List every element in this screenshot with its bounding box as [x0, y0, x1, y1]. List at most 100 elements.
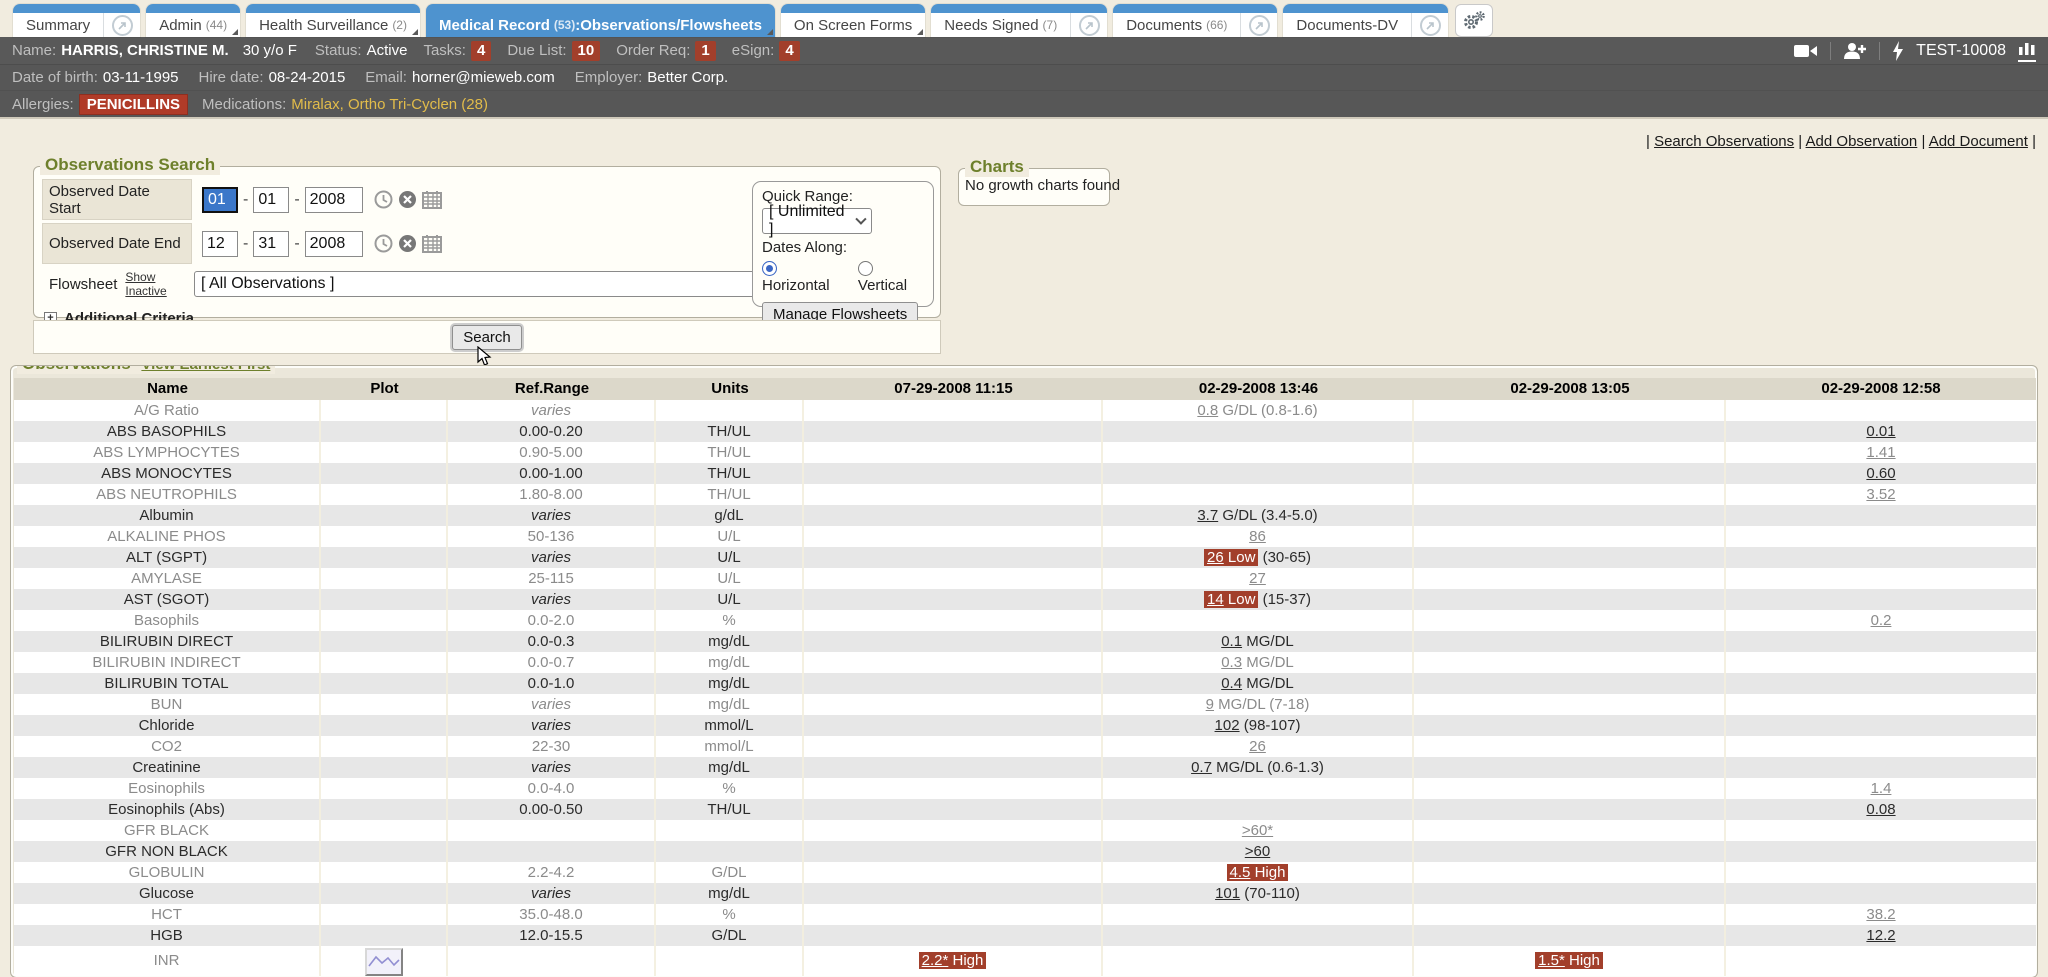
table-row-glucose: Glucosevariesmg/dL101 (70-110): [14, 883, 2034, 904]
counter-label: Due List:: [507, 42, 566, 59]
obs-name-cell: BUN: [14, 694, 321, 715]
start-day-input[interactable]: [253, 187, 289, 213]
obs-value-cell: [804, 820, 1103, 841]
tab-summary[interactable]: Summary: [13, 4, 140, 37]
observation-value-link[interactable]: 12.2: [1866, 927, 1895, 944]
start-year-input[interactable]: [305, 187, 363, 213]
table-row-ast-sgot: AST (SGOT)variesU/L14 Low (15-37): [14, 589, 2034, 610]
observation-value-link[interactable]: 2.2*: [922, 952, 949, 969]
end-year-input[interactable]: [305, 231, 363, 257]
observation-value-link[interactable]: 0.08: [1866, 801, 1895, 818]
obs-refrange-cell: 2.2-4.2: [448, 862, 656, 883]
abnormal-flag-chip: 1.5* High: [1535, 952, 1603, 969]
tab-health-surveillance[interactable]: Health Surveillance(2): [246, 4, 420, 37]
obs-plot-cell: [321, 484, 448, 505]
obs-value-cell: [1726, 694, 2036, 715]
observation-value-link[interactable]: 0.1: [1221, 633, 1242, 650]
allergy-badge[interactable]: PENICILLINS: [79, 94, 188, 115]
observation-value-link[interactable]: 27: [1249, 570, 1266, 587]
open-in-new-icon[interactable]: [1412, 4, 1448, 37]
calendar-icon[interactable]: [422, 234, 442, 253]
obs-plot-cell: [321, 547, 448, 568]
lightning-icon[interactable]: [1892, 41, 1904, 61]
end-day-input[interactable]: [253, 231, 289, 257]
observation-value-link[interactable]: 3.7: [1197, 507, 1218, 524]
flowsheet-select[interactable]: [ All Observations ]: [194, 271, 772, 297]
observation-value-link[interactable]: 0.3: [1221, 654, 1242, 671]
medication-link[interactable]: Miralax: [291, 96, 339, 113]
obs-value-cell: [1726, 505, 2036, 526]
table-row-abs-neutrophils: ABS NEUTROPHILS1.80-8.00TH/UL3.52: [14, 484, 2034, 505]
observation-value-link[interactable]: 0.60: [1866, 465, 1895, 482]
observation-value-link[interactable]: 1.41: [1866, 444, 1895, 461]
add-person-icon[interactable]: [1843, 42, 1867, 60]
obs-refrange-cell: 1.80-8.00: [448, 484, 656, 505]
observation-value-link[interactable]: >60*: [1242, 822, 1273, 839]
end-month-input[interactable]: [202, 231, 238, 257]
observation-value-link[interactable]: 4.5: [1230, 864, 1251, 881]
observation-value-link[interactable]: 26: [1249, 738, 1266, 755]
patient-header-actions: TEST-10008: [1794, 40, 2036, 62]
tab-admin[interactable]: Admin(44): [146, 4, 240, 37]
plot-thumbnail-button[interactable]: [365, 948, 403, 976]
tab-medical-record[interactable]: Medical Record(53):Observations/Flowshee…: [426, 4, 775, 37]
open-in-new-icon[interactable]: [1241, 4, 1277, 37]
observation-value-link[interactable]: 38.2: [1866, 906, 1895, 923]
tab-documents[interactable]: Documents(66): [1113, 4, 1277, 37]
value-detail: (70-110): [1240, 885, 1300, 902]
show-inactive-link[interactable]: Show Inactive: [125, 270, 185, 298]
open-in-new-icon[interactable]: [1071, 4, 1107, 37]
tab-needs-signed[interactable]: Needs Signed(7): [931, 4, 1107, 37]
radio-horizontal[interactable]: Horizontal: [762, 260, 846, 294]
observation-value-link[interactable]: 3.52: [1866, 486, 1895, 503]
tab-on-screen-forms[interactable]: On Screen Forms: [781, 4, 925, 37]
video-camera-icon[interactable]: [1794, 43, 1818, 59]
observation-value-link[interactable]: 102: [1215, 717, 1240, 734]
clock-icon[interactable]: [374, 190, 393, 209]
tab-documents-dv[interactable]: Documents-DV: [1283, 4, 1448, 37]
obs-value-cell: [1414, 925, 1726, 946]
table-row-globulin: GLOBULIN2.2-4.2G/DL4.5 High: [14, 862, 2034, 883]
clear-date-icon[interactable]: [398, 190, 417, 209]
observation-value-link[interactable]: 0.2: [1871, 612, 1892, 629]
observation-value-link[interactable]: 101: [1215, 885, 1240, 902]
flowsheet-chart-icon[interactable]: [2018, 40, 2036, 62]
add-document-link[interactable]: Add Document: [1929, 133, 2028, 150]
observation-value-link[interactable]: 1.5*: [1538, 952, 1565, 969]
counter-badge[interactable]: 4: [779, 41, 799, 61]
sparkline-icon: [367, 950, 401, 974]
abnormal-flag-chip: 4.5 High: [1227, 864, 1289, 881]
observation-value-link[interactable]: 0.7: [1191, 759, 1212, 776]
start-month-input[interactable]: [202, 187, 238, 213]
observation-value-link[interactable]: 9: [1206, 696, 1214, 713]
counter-badge[interactable]: 10: [572, 41, 601, 61]
obs-units-cell: mmol/L: [656, 736, 804, 757]
observation-value-link[interactable]: 14: [1207, 591, 1224, 608]
observation-value-link[interactable]: 0.8: [1197, 402, 1218, 419]
observation-value-link[interactable]: 26: [1207, 549, 1224, 566]
calendar-icon[interactable]: [422, 190, 442, 209]
radio-vertical[interactable]: Vertical: [858, 260, 924, 294]
obs-units-cell: mg/dL: [656, 883, 804, 904]
search-observations-link[interactable]: Search Observations: [1654, 133, 1794, 150]
settings-gear-button[interactable]: [1455, 4, 1493, 37]
quick-range-select[interactable]: [ Unlimited ]: [762, 208, 872, 234]
clear-date-icon[interactable]: [398, 234, 417, 253]
clock-icon[interactable]: [374, 234, 393, 253]
obs-units-cell: U/L: [656, 526, 804, 547]
add-observation-link[interactable]: Add Observation: [1806, 133, 1918, 150]
view-earliest-first-link[interactable]: View Earliest First: [141, 365, 270, 373]
obs-value-cell: >60: [1103, 841, 1414, 862]
observation-value-link[interactable]: 1.4: [1871, 780, 1892, 797]
counter-badge[interactable]: 4: [471, 41, 491, 61]
observation-value-link[interactable]: >60: [1245, 843, 1270, 860]
obs-value-cell: [1414, 589, 1726, 610]
counter-badge[interactable]: 1: [695, 41, 715, 61]
medication-link[interactable]: Ortho Tri-Cyclen (28): [348, 96, 488, 113]
observation-value-link[interactable]: 0.01: [1866, 423, 1895, 440]
value-detail: MG/DL: [1242, 633, 1294, 650]
obs-value-cell: 1.41: [1726, 442, 2036, 463]
open-in-new-icon[interactable]: [104, 4, 140, 37]
observation-value-link[interactable]: 0.4: [1221, 675, 1242, 692]
observation-value-link[interactable]: 86: [1249, 528, 1266, 545]
